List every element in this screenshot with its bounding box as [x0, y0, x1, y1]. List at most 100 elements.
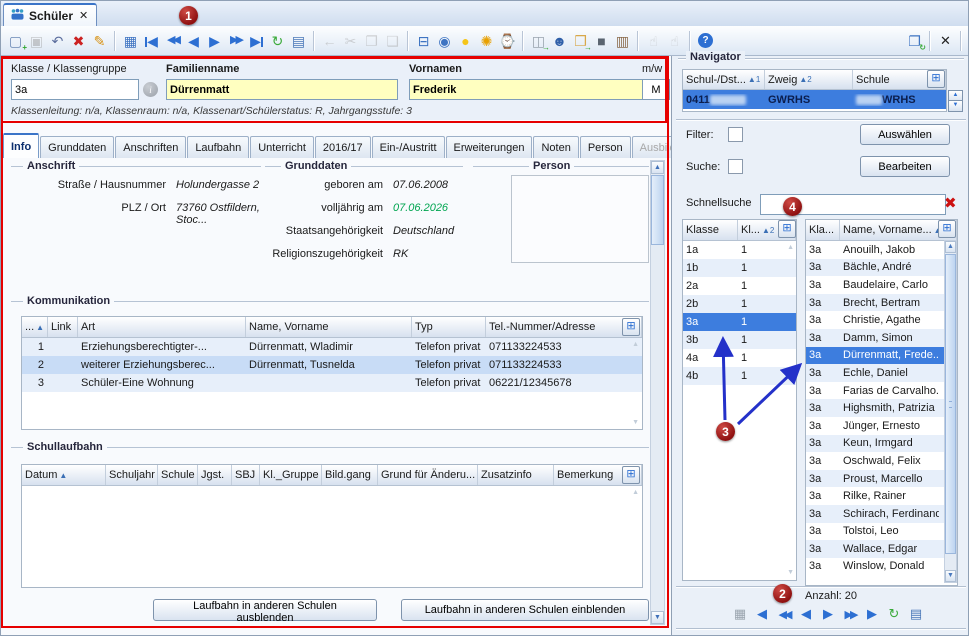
column-header[interactable]: Kl._Gruppe	[260, 465, 322, 485]
bearbeiten-button[interactable]: Bearbeiten	[860, 156, 950, 177]
hint-bulb-icon[interactable]: ●	[455, 31, 476, 51]
suche-checkbox[interactable]	[728, 159, 743, 174]
cut-icon[interactable]: ✂	[340, 31, 361, 51]
table-row[interactable]: 3aDamm, Simon	[806, 329, 944, 347]
paste-icon[interactable]: ❑	[382, 31, 403, 51]
column-header[interactable]: Kla...	[806, 220, 840, 240]
column-header[interactable]: Jgst.	[198, 465, 232, 485]
column-header[interactable]: Bild.gang	[322, 465, 378, 485]
tab-close-icon[interactable]: ✕	[79, 9, 88, 22]
tab-laufbahn[interactable]: Laufbahn	[187, 136, 249, 158]
list-view-icon[interactable]: ▤	[288, 31, 309, 51]
help-icon[interactable]: ?	[695, 31, 716, 51]
table-settings-button[interactable]: ⊞	[778, 220, 796, 238]
column-header[interactable]: Schul-/Dst...▲1	[683, 70, 765, 89]
table-row[interactable]: 3aAnouilh, Jakob	[806, 241, 944, 259]
export-package-icon[interactable]: ◫→	[528, 31, 549, 51]
schueler-scrollbar[interactable]: ▲ ▼	[944, 240, 957, 583]
table-row[interactable]: 3aOschwald, Felix	[806, 452, 944, 470]
klasse-input[interactable]	[11, 79, 139, 100]
table-row[interactable]: 3aProust, Marcello	[806, 470, 944, 488]
schnellsuche-input[interactable]	[760, 194, 946, 215]
switch-window-icon[interactable]: ❐ ↻	[904, 31, 925, 51]
tab-unterricht[interactable]: Unterricht	[250, 136, 314, 158]
close-window-icon[interactable]: ✕	[935, 31, 956, 51]
column-header[interactable]: Tel.-Nummer/Adresse	[486, 317, 642, 337]
new-record-icon[interactable]: ▢+	[5, 31, 26, 51]
horn-icon[interactable]: ✺	[476, 31, 497, 51]
table-row[interactable]: 4b1	[683, 367, 796, 385]
table-row[interactable]: 3Schüler-Eine WohnungTelefon privat06221…	[22, 374, 642, 392]
laufbahn-ausblenden-button[interactable]: Laufbahn in anderen Schulen ausblenden	[153, 599, 377, 621]
table-row[interactable]: 1b1	[683, 259, 796, 277]
fast-prev-icon[interactable]: ◀◀	[774, 605, 794, 623]
column-header[interactable]: Zweig▲2	[765, 70, 853, 89]
column-header[interactable]: Art	[78, 317, 246, 337]
apply-all-icon[interactable]: ☝	[664, 31, 685, 51]
table-row[interactable]: 3aKeun, Irmgard	[806, 435, 944, 453]
column-header[interactable]: Typ	[412, 317, 486, 337]
table-row[interactable]: 3aWallace, Edgar	[806, 540, 944, 558]
fast-next-icon[interactable]: ▶▶	[840, 605, 860, 623]
save-icon[interactable]: ▣	[26, 31, 47, 51]
address-book-icon[interactable]: ▥	[612, 31, 633, 51]
table-row[interactable]: 1Erziehungsberechtigter-...Dürrenmatt, W…	[22, 338, 642, 356]
table-row[interactable]: 2b1	[683, 295, 796, 313]
spinner-down-icon[interactable]: ▼	[948, 100, 963, 112]
prev-record-icon[interactable]: ◀	[796, 605, 816, 623]
tab-grunddaten[interactable]: Grunddaten	[40, 136, 114, 158]
column-header[interactable]: Grund für Änderu...	[378, 465, 478, 485]
column-header[interactable]: Link	[48, 317, 78, 337]
table-row[interactable]: 3aBrecht, Bertram	[806, 294, 944, 312]
column-header[interactable]: Name, Vorname	[246, 317, 412, 337]
table-row[interactable]: 3aSchirach, Ferdinand	[806, 505, 944, 523]
table-row[interactable]: 3a1	[683, 313, 796, 331]
fast-prev-icon[interactable]: ◀◀	[162, 31, 183, 51]
alarm-clock-icon[interactable]: ⌚	[497, 31, 518, 51]
list-view-icon[interactable]: ▤	[906, 605, 926, 623]
table-row[interactable]: 4a1	[683, 349, 796, 367]
prev-record-icon[interactable]: ◀	[183, 31, 204, 51]
edit-icon[interactable]: ✎	[89, 31, 110, 51]
table-settings-button[interactable]: ⊞	[927, 70, 945, 88]
print-icon[interactable]: ⊟	[413, 31, 434, 51]
table-row[interactable]: 2weiterer Erziehungsberec...Dürrenmatt, …	[22, 356, 642, 374]
tab-info[interactable]: Info	[3, 133, 39, 158]
scrollbar-up-icon[interactable]: ▲	[945, 241, 956, 253]
next-record-icon[interactable]: ▶	[818, 605, 838, 623]
back-icon[interactable]: ←	[319, 31, 340, 51]
vornamen-input[interactable]	[409, 79, 643, 100]
filter-checkbox[interactable]	[728, 127, 743, 142]
folder-export-icon[interactable]: ❒→	[570, 31, 591, 51]
info-circle-icon[interactable]: i	[143, 82, 158, 97]
next-record-icon[interactable]: ▶	[204, 31, 225, 51]
clear-search-icon[interactable]: ✖	[944, 194, 957, 212]
table-settings-button[interactable]: ⊞	[938, 220, 956, 238]
column-header[interactable]: Zusatzinfo	[478, 465, 554, 485]
tab-person[interactable]: Person	[580, 136, 631, 158]
table-row[interactable]: 3aTolstoi, Leo	[806, 523, 944, 541]
refresh-icon[interactable]: ↻	[884, 605, 904, 623]
last-record-icon[interactable]: ▶	[862, 605, 882, 623]
document-tab-schueler[interactable]: Schüler ✕	[3, 3, 97, 26]
tab-ein-austritt[interactable]: Ein-/Austritt	[372, 136, 445, 158]
table-row[interactable]: 3b1	[683, 331, 796, 349]
table-row[interactable]: 3aBaudelaire, Carlo	[806, 276, 944, 294]
column-header[interactable]: Klasse	[683, 220, 738, 240]
table-row[interactable]: 3aFarias de Carvalho...	[806, 382, 944, 400]
record-table-icon[interactable]: ▦	[120, 31, 141, 51]
table-row[interactable]: 3aHighsmith, Patrizia	[806, 399, 944, 417]
undo-icon[interactable]: ↶	[47, 31, 68, 51]
person-export-icon[interactable]: ☻	[549, 31, 570, 51]
scrollbar-thumb[interactable]	[945, 254, 956, 554]
mw-input[interactable]	[642, 79, 670, 100]
table-row[interactable]: 3aDürrenmatt, Frede...	[806, 347, 944, 365]
familienname-input[interactable]	[166, 79, 398, 100]
scrollbar-down-icon[interactable]: ▼	[651, 611, 664, 624]
column-header[interactable]: SBJ	[232, 465, 260, 485]
apply-one-icon[interactable]: ☝	[643, 31, 664, 51]
scrollbar-up-icon[interactable]: ▲	[651, 161, 664, 174]
laufbahn-einblenden-button[interactable]: Laufbahn in anderen Schulen einblenden	[401, 599, 649, 621]
column-header[interactable]: Schule	[158, 465, 198, 485]
table-row[interactable]: 3aJünger, Ernesto	[806, 417, 944, 435]
